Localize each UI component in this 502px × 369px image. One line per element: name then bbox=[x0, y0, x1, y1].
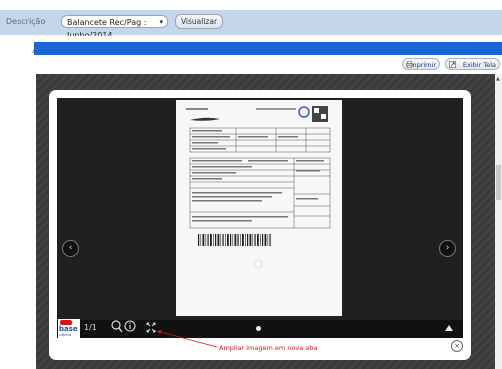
document-page-image bbox=[176, 100, 342, 316]
logo-text: base bbox=[59, 325, 78, 333]
top-strip bbox=[0, 0, 502, 10]
blue-header-bar bbox=[38, 42, 502, 55]
view-button[interactable]: Visualizar bbox=[175, 14, 223, 29]
slideshow-toggle-icon[interactable] bbox=[445, 325, 453, 331]
info-icon[interactable] bbox=[124, 320, 136, 332]
viewer-scrollbar[interactable] bbox=[495, 74, 502, 369]
report-select[interactable]: Balancete Rec/Pag : Junho/2014 ▾ bbox=[61, 15, 168, 40]
slide-indicator-dot[interactable] bbox=[256, 326, 261, 331]
fullscreen-button[interactable]: Exibir Tela Inteira bbox=[445, 58, 500, 81]
scrollbar-thumb[interactable] bbox=[496, 165, 501, 200]
zoom-icon[interactable] bbox=[111, 320, 123, 333]
expand-new-tab-icon[interactable] bbox=[146, 322, 156, 333]
printer-icon bbox=[406, 61, 413, 68]
scroll-up-icon[interactable]: ▲ bbox=[496, 76, 500, 82]
annotation-label: Ampliar imagem em nova aba bbox=[219, 344, 318, 352]
boleto-scan bbox=[176, 100, 342, 316]
print-button[interactable]: Imprimir bbox=[402, 58, 440, 70]
image-counter: 1/1 bbox=[84, 323, 97, 332]
description-label: Descrição bbox=[6, 17, 46, 26]
base-ciencia-logo: base ciência bbox=[58, 319, 80, 338]
logo-subtext: ciência bbox=[59, 333, 72, 337]
next-image-button[interactable]: › bbox=[439, 240, 456, 257]
close-viewer-button[interactable]: × bbox=[451, 340, 463, 352]
fullscreen-icon bbox=[449, 61, 456, 68]
chevron-down-icon: ▾ bbox=[159, 18, 163, 26]
previous-image-button[interactable]: ‹ bbox=[62, 240, 79, 257]
